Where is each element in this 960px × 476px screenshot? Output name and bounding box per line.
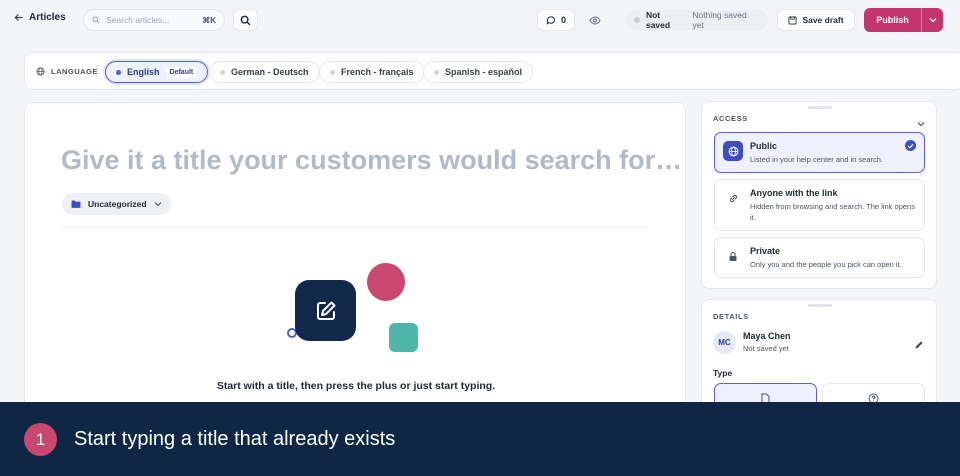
pencil-square-icon bbox=[316, 301, 335, 320]
default-badge: Default bbox=[165, 66, 198, 78]
language-dot bbox=[330, 69, 335, 75]
search-icon bbox=[240, 15, 251, 25]
language-tab-german[interactable]: German - Deutsch bbox=[209, 61, 320, 83]
link-icon bbox=[729, 194, 737, 202]
search-icon bbox=[92, 16, 100, 24]
language-tab-label: Spanish - español bbox=[445, 67, 523, 77]
preview-button[interactable] bbox=[584, 9, 606, 31]
language-dot bbox=[220, 69, 225, 75]
language-dot bbox=[116, 69, 121, 75]
comment-icon bbox=[546, 16, 555, 25]
access-panel: ACCESS Public Listed in your help center… bbox=[701, 101, 937, 289]
language-dot bbox=[434, 69, 439, 75]
status-sub: Nothing saved yet bbox=[692, 10, 747, 30]
category-label: Uncategorized bbox=[88, 199, 147, 209]
eye-icon bbox=[589, 15, 601, 25]
folder-icon bbox=[71, 200, 81, 208]
edit-illustration bbox=[295, 280, 356, 341]
article-editor: Give it a title your customers would sea… bbox=[24, 102, 686, 422]
save-status-badge: Not saved Nothing saved yet bbox=[626, 10, 768, 30]
access-option-title: Public bbox=[750, 141, 778, 151]
editor-divider bbox=[61, 227, 649, 228]
back-to-articles-link[interactable]: Articles bbox=[14, 12, 66, 23]
access-option-icon bbox=[723, 188, 743, 208]
drag-handle[interactable] bbox=[808, 304, 832, 307]
access-title: ACCESS bbox=[713, 114, 748, 123]
author-status: Not saved yet bbox=[743, 344, 789, 353]
publish-label: Publish bbox=[876, 15, 909, 25]
lock-icon bbox=[729, 251, 737, 261]
check-icon bbox=[905, 140, 916, 151]
decorative-square bbox=[389, 323, 418, 352]
category-select[interactable]: Uncategorized bbox=[62, 193, 171, 215]
access-option-icon bbox=[723, 246, 743, 266]
title-input[interactable]: Give it a title your customers would sea… bbox=[61, 145, 682, 176]
details-title: DETAILS bbox=[713, 312, 749, 321]
step-number: 1 bbox=[24, 423, 57, 456]
globe-icon bbox=[728, 146, 738, 156]
publish-options-toggle[interactable] bbox=[921, 8, 943, 32]
chevron-down-icon bbox=[917, 122, 925, 127]
access-option-link[interactable]: Anyone with the link Hidden from browsin… bbox=[714, 179, 925, 231]
avatar: MC bbox=[713, 331, 736, 354]
drag-handle[interactable] bbox=[808, 106, 832, 109]
access-option-private[interactable]: Private Only you and the people you pick… bbox=[714, 237, 925, 278]
access-option-desc: Only you and the people you pick can ope… bbox=[750, 260, 902, 269]
language-tab-english[interactable]: English Default bbox=[105, 61, 209, 83]
comment-count: 0 bbox=[560, 15, 566, 25]
status-main: Not saved bbox=[645, 10, 671, 30]
save-draft-label: Save draft bbox=[802, 15, 844, 25]
search-input[interactable]: Search articles... ⌘K bbox=[83, 9, 225, 31]
back-label: Articles bbox=[29, 12, 66, 23]
editor-hint: Start with a title, then press the plus … bbox=[216, 380, 496, 392]
search-button[interactable] bbox=[233, 9, 258, 31]
access-option-title: Anyone with the link bbox=[750, 188, 838, 198]
chevron-down-icon bbox=[929, 18, 936, 23]
chevron-down-icon bbox=[154, 202, 162, 207]
language-tab-spanish[interactable]: Spanish - español bbox=[423, 61, 534, 83]
language-tab-label: French - français bbox=[341, 67, 414, 77]
collapse-access-button[interactable] bbox=[917, 114, 925, 132]
access-option-icon bbox=[723, 141, 743, 161]
floppy-disk-icon bbox=[788, 15, 797, 25]
language-bar: LANGUAGE English Default German - Deutsc… bbox=[24, 52, 960, 90]
access-option-desc: Hidden from browsing and search. The lin… bbox=[750, 202, 915, 222]
language-tab-label: German - Deutsch bbox=[231, 67, 309, 77]
language-tab-french[interactable]: French - français bbox=[319, 61, 425, 83]
type-label: Type bbox=[713, 368, 733, 378]
access-option-public[interactable]: Public Listed in your help center and in… bbox=[714, 132, 925, 173]
publish-button[interactable]: Publish bbox=[864, 8, 943, 32]
pencil-icon bbox=[915, 341, 923, 349]
arrow-left-icon bbox=[14, 14, 23, 21]
caption-text: Start typing a title that already exists bbox=[74, 428, 396, 450]
decorative-circle bbox=[367, 263, 405, 301]
status-dot bbox=[634, 17, 640, 23]
top-bar: Articles Search articles... ⌘K 0 Not sav… bbox=[0, 0, 960, 40]
language-label: LANGUAGE bbox=[51, 67, 98, 76]
language-label-group: LANGUAGE bbox=[36, 67, 98, 76]
access-option-title: Private bbox=[750, 246, 781, 256]
access-option-desc: Listed in your help center and in search… bbox=[750, 155, 883, 164]
comments-button[interactable]: 0 bbox=[537, 9, 575, 31]
globe-icon bbox=[36, 67, 45, 76]
language-tab-label: English bbox=[127, 67, 160, 77]
search-placeholder: Search articles... bbox=[106, 15, 170, 25]
save-draft-button[interactable]: Save draft bbox=[777, 9, 855, 31]
search-shortcut: ⌘K bbox=[202, 15, 216, 25]
author-name: Maya Chen bbox=[743, 331, 791, 341]
tutorial-caption: 1 Start typing a title that already exis… bbox=[0, 402, 960, 476]
edit-author-button[interactable] bbox=[914, 337, 924, 355]
